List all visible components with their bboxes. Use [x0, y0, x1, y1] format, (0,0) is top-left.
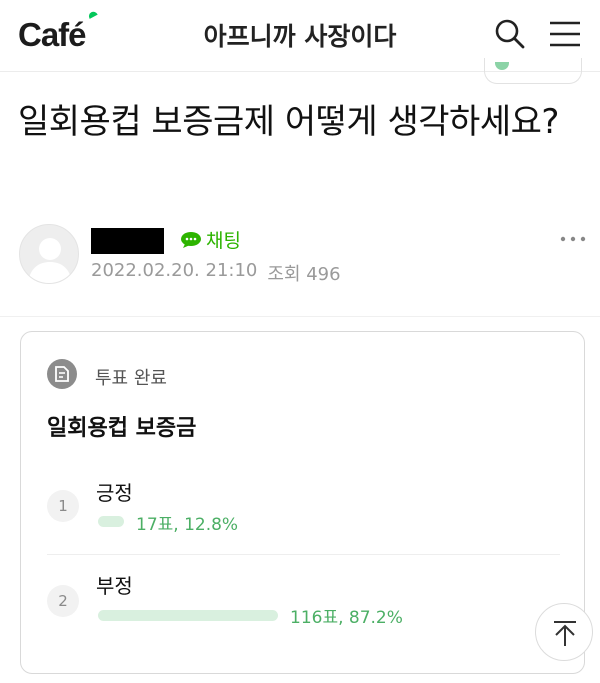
chat-label: 채팅 — [206, 230, 241, 252]
section-divider — [0, 316, 600, 317]
post-date: 2022.02.20. 21:10 — [91, 260, 258, 281]
search-button[interactable] — [490, 14, 530, 54]
more-options-icon — [560, 236, 586, 242]
post-title: 일회용컵 보증금제 어떻게 생각하세요? — [18, 102, 559, 142]
option-result-bar — [98, 516, 124, 527]
vote-status: 투표 완료 — [95, 368, 167, 389]
vote-document-icon — [55, 366, 69, 382]
option-number: 2 — [47, 585, 79, 617]
view-count: 조회 496 — [267, 264, 341, 285]
floating-pill-button[interactable] — [484, 58, 582, 84]
arrow-up-icon — [554, 621, 576, 646]
search-icon — [495, 19, 525, 49]
author-name-redacted[interactable] — [91, 228, 164, 254]
more-options-button[interactable] — [556, 224, 590, 254]
vote-status-badge — [47, 359, 77, 389]
option-label: 긍정 — [96, 481, 133, 505]
hamburger-menu-icon — [550, 21, 580, 47]
option-number: 1 — [47, 490, 79, 522]
vote-question: 일회용컵 보증금 — [47, 416, 197, 441]
pill-icon — [495, 62, 509, 70]
option-result-text: 116표, 87.2% — [290, 608, 403, 628]
menu-button[interactable] — [545, 14, 585, 54]
scroll-to-top-button[interactable] — [535, 603, 593, 661]
chat-link[interactable]: 채팅 — [180, 226, 241, 253]
vote-card: 투표 완료 일회용컵 보증금 1 긍정 17표, 12.8% 2 부정 116표… — [20, 331, 585, 674]
option-label: 부정 — [96, 574, 133, 598]
option-result-bar — [98, 610, 278, 621]
option-result-text: 17표, 12.8% — [136, 515, 239, 535]
post-meta: 2022.02.20. 21:10 조회 496 — [91, 260, 341, 286]
option-separator — [47, 554, 560, 555]
default-avatar-icon — [28, 238, 72, 283]
author-avatar[interactable] — [19, 224, 79, 284]
chat-bubble-icon — [181, 231, 201, 248]
